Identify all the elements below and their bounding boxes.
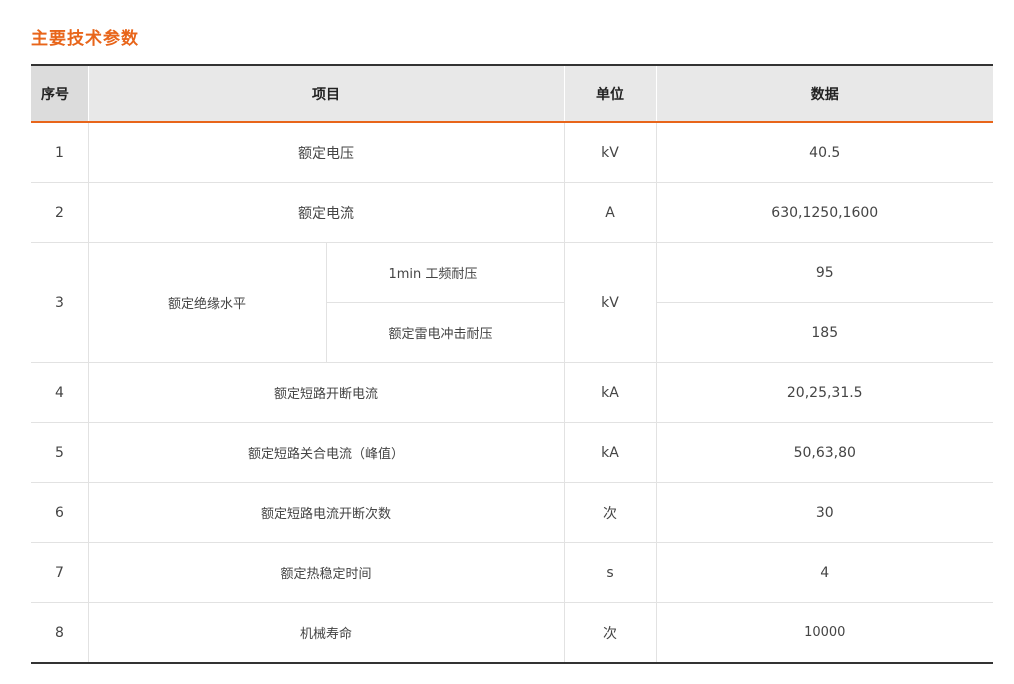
row-no: 2 xyxy=(31,182,89,243)
row-item: 额定短路关合电流（峰值） xyxy=(88,422,565,483)
row-item: 额定短路电流开断次数 xyxy=(88,482,565,543)
header-unit: 单位 xyxy=(564,65,657,123)
row-data: 10000 xyxy=(804,625,846,640)
row-data: 185 xyxy=(656,302,993,363)
row-unit: 次 xyxy=(564,602,657,663)
row-subitem: 额定雷电冲击耐压 xyxy=(326,302,565,363)
row-unit: kA xyxy=(564,422,657,483)
table-header-row: 序号 项目 单位 数据 xyxy=(31,65,993,123)
row-data: 50,63,80 xyxy=(656,422,993,483)
row-data: 30 xyxy=(656,482,993,543)
row-unit: s xyxy=(564,542,657,603)
header-data: 数据 xyxy=(656,65,993,123)
row-no: 3 xyxy=(31,242,89,363)
table-row: 6 额定短路电流开断次数 次 30 xyxy=(31,482,993,543)
row-item: 额定热稳定时间 xyxy=(88,542,565,603)
row-item: 额定短路开断电流 xyxy=(88,362,565,423)
row-no: 4 xyxy=(31,362,89,423)
row-subitem: 1min 工频耐压 xyxy=(326,242,565,303)
page-title: 主要技术参数 xyxy=(31,29,139,49)
header-item: 项目 xyxy=(88,65,565,123)
row-item: 机械寿命 xyxy=(88,602,565,663)
row-data: 20,25,31.5 xyxy=(656,362,993,423)
row-item: 额定电压 xyxy=(88,122,565,183)
row-unit: kA xyxy=(564,362,657,423)
table-row: 5 额定短路关合电流（峰值） kA 50,63,80 xyxy=(31,422,993,483)
row-no: 6 xyxy=(31,482,89,543)
row-no: 7 xyxy=(31,542,89,603)
row-unit: kV xyxy=(564,242,657,363)
row-unit: kV xyxy=(564,122,657,183)
row-item-group: 额定绝缘水平 xyxy=(88,242,327,363)
row-data: 4 xyxy=(656,542,993,603)
row-unit: A xyxy=(564,182,657,243)
row-no: 5 xyxy=(31,422,89,483)
table-row: 4 额定短路开断电流 kA 20,25,31.5 xyxy=(31,362,993,423)
table-row: 1 额定电压 kV 40.5 xyxy=(31,122,993,183)
row-item: 额定电流 xyxy=(88,182,565,243)
table-row: 8 机械寿命 次 10000 xyxy=(31,602,993,663)
row-data: 630,1250,1600 xyxy=(656,182,993,243)
table-row: 7 额定热稳定时间 s 4 xyxy=(31,542,993,603)
table-row: 3 额定绝缘水平 1min 工频耐压 kV 95 xyxy=(31,242,993,363)
parameters-table: 序号 项目 单位 数据 1 额定电压 kV 40.5 2 额定电流 A 630,… xyxy=(31,64,993,664)
row-unit: 次 xyxy=(564,482,657,543)
row-no: 8 xyxy=(31,602,89,663)
row-data: 95 xyxy=(656,242,993,303)
row-data: 40.5 xyxy=(656,122,993,183)
header-no: 序号 xyxy=(31,65,89,123)
table-row: 2 额定电流 A 630,1250,1600 xyxy=(31,182,993,243)
row-no: 1 xyxy=(31,122,89,183)
